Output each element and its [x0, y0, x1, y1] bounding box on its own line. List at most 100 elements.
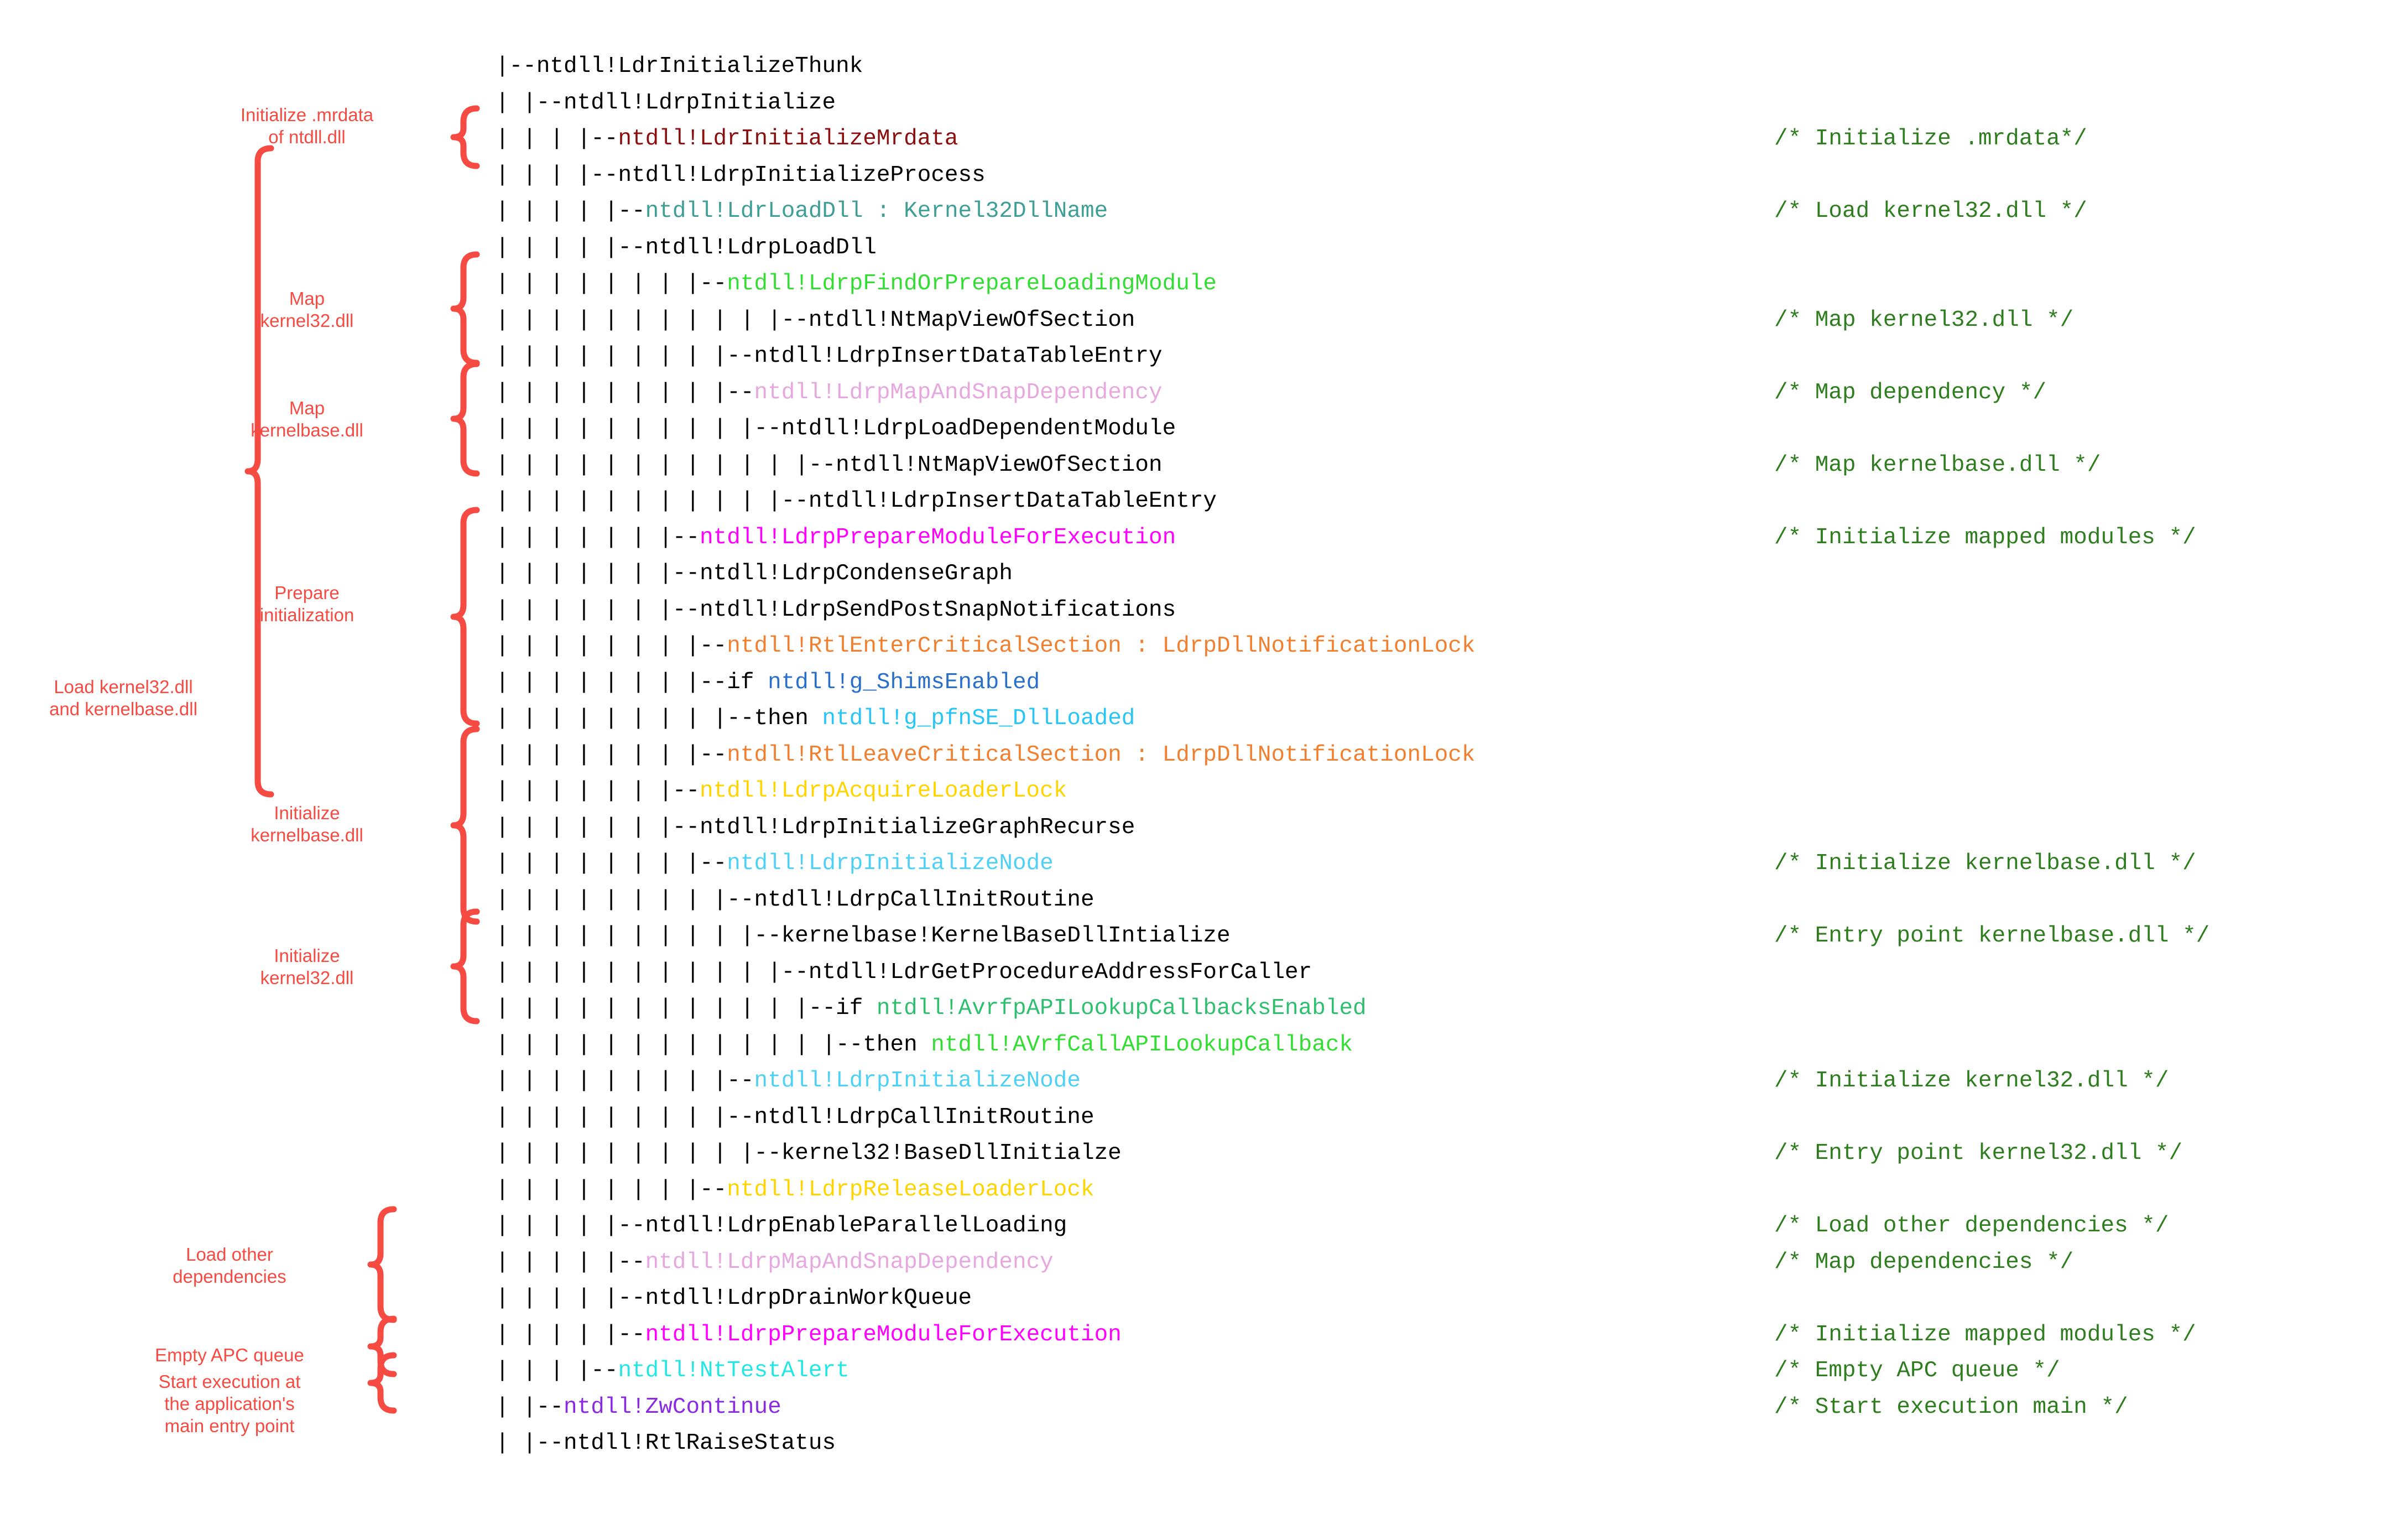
comment-line: /* Entry point kernel32.dll */: [1774, 1141, 2183, 1166]
tree-symbol: ntdll!NtMapViewOfSection: [808, 307, 1135, 333]
comment-line: [1774, 665, 2209, 701]
annotation-init-kernelbase: Initialize kernelbase.dll: [251, 803, 363, 845]
tree-line: | | | | | | | | |--ntdll!LdrpCallInitRou…: [496, 882, 1476, 919]
tree-symbol: ntdll!LdrpFindOrPrepareLoadingModule: [727, 271, 1217, 296]
tree-line: | | | | | | | |--ntdll!RtlEnterCriticalS…: [496, 628, 1476, 665]
tree-indent-guides: | |--: [496, 90, 564, 116]
tree-line: | | | |--ntdll!LdrInitializeMrdata: [496, 121, 1476, 158]
tree-line: | | | | | | | |--ntdll!LdrpInitializeNod…: [496, 846, 1476, 882]
comment-line: [1774, 1281, 2209, 1317]
comment-line: [1774, 1027, 2209, 1064]
tree-symbol: ntdll!LdrpMapAndSnapDependency: [754, 379, 1163, 405]
tree-symbol: ntdll!LdrpCondenseGraph: [700, 561, 1013, 586]
tree-symbol: ntdll!NtTestAlert: [618, 1358, 849, 1383]
brace-map-kernelbase: [450, 361, 480, 477]
comment-column: /* Initialize .mrdata*/ /* Load kernel32.…: [1774, 49, 2209, 1462]
bracket-load-kernel32-kernelbase: [244, 145, 274, 798]
tree-symbol: ntdll!LdrpLoadDependentModule: [781, 416, 1176, 441]
annotation-map-kernelbase: Map kernelbase.dll: [251, 398, 363, 440]
tree-line: | | | | | | | | | |--kernelbase!KernelBa…: [496, 918, 1476, 955]
tree-symbol: ntdll!NtMapViewOfSection: [836, 452, 1163, 478]
comment-line: [1774, 773, 2209, 810]
comment-line: [1774, 628, 2209, 665]
tree-symbol: ntdll!LdrpCallInitRoutine: [754, 887, 1094, 913]
tree-indent-guides: | | | | | | | | | | | |--: [496, 996, 836, 1021]
comment-line: [1774, 1426, 2209, 1462]
tree-symbol: then: [863, 1032, 931, 1058]
tree-symbol: ntdll!LdrpInsertDataTableEntry: [808, 488, 1217, 514]
tree-symbol: ntdll!LdrpEnableParallelLoading: [645, 1213, 1067, 1239]
tree-line: | | | | | | | |--ntdll!LdrpReleaseLoader…: [496, 1172, 1476, 1209]
tree-indent-guides: | | | | | | |--: [496, 778, 700, 804]
tree-indent-guides: | | | | | | | |--: [496, 1177, 727, 1203]
tree-line: | | | | | | | | |--then ntdll!g_pfnSE_Dl…: [496, 701, 1476, 737]
tree-indent-guides: | | | | | | |--: [496, 524, 700, 550]
brace-init-kernelbase: [450, 726, 480, 925]
annotation-start-execution: Start execution at the application's mai…: [158, 1371, 301, 1436]
tree-line: | | | | | | | | | | |--ntdll!LdrGetProce…: [496, 955, 1476, 991]
tree-indent-guides: | | | |--: [496, 126, 618, 152]
tree-symbol: ntdll!RtlLeaveCriticalSection : LdrpDllN…: [727, 742, 1476, 768]
tree-line: | | | | | | |--ntdll!LdrpInitializeGraph…: [496, 810, 1476, 846]
tree-symbol: ntdll!ZwContinue: [564, 1394, 781, 1420]
brace-init-kernel32: [450, 908, 480, 1024]
tree-symbol: ntdll!LdrLoadDll : Kernel32DllName: [645, 199, 1108, 224]
tree-symbol: ntdll!LdrpDrainWorkQueue: [645, 1286, 972, 1311]
comment-line: [1774, 955, 2209, 991]
tree-indent-guides: | | | | |--: [496, 235, 645, 261]
tree-line: | | | |--ntdll!NtTestAlert: [496, 1353, 1476, 1390]
brace-init-mrdata: [450, 105, 480, 169]
tree-indent-guides: | | | | | | |--: [496, 597, 700, 623]
tree-symbol: ntdll!LdrInitializeMrdata: [618, 126, 958, 152]
tree-symbol: if: [836, 996, 877, 1021]
tree-symbol: ntdll!RtlRaiseStatus: [564, 1430, 836, 1456]
tree-indent-guides: | | | | |--: [496, 1249, 645, 1275]
comment-line: /* Load other dependencies */: [1774, 1213, 2169, 1239]
comment-line: /* Initialize .mrdata*/: [1774, 126, 2087, 152]
annotation-map-kernel32: Map kernel32.dll: [260, 288, 354, 331]
tree-indent-guides: | | | | | | | | |--: [496, 1068, 754, 1094]
tree-indent-guides: | | | | | | | |--: [496, 742, 727, 768]
comment-line: /* Entry point kernelbase.dll */: [1774, 923, 2210, 949]
tree-symbol: ntdll!LdrpPrepareModuleForExecution: [645, 1322, 1122, 1348]
tree-indent-guides: | | | | |--: [496, 1213, 645, 1239]
tree-line: | | | | | | | | |--ntdll!LdrpInsertDataT…: [496, 339, 1476, 375]
comment-line: [1774, 882, 2209, 919]
tree-line: | | | | | | | | |--ntdll!LdrpCallInitRou…: [496, 1100, 1476, 1136]
comment-line: /* Map dependency */: [1774, 379, 2047, 405]
comment-line: [1774, 810, 2209, 846]
tree-symbol: ntdll!LdrInitializeThunk: [536, 54, 863, 79]
brace-start-execution: [367, 1352, 397, 1414]
tree-line: | | | | | | | | | | |--ntdll!LdrpInsertD…: [496, 483, 1476, 520]
brace-load-other-deps: [367, 1206, 397, 1323]
call-tree: |--ntdll!LdrInitializeThunk | |-- ntdll!Ld…: [496, 49, 1476, 1462]
tree-indent-guides: | | | | | | | | | |--: [496, 923, 781, 949]
tree-line: | | | |--ntdll!LdrpInitializeProcess: [496, 158, 1476, 194]
tree-line: |--ntdll!LdrInitializeThunk: [496, 49, 1476, 85]
tree-symbol: ntdll!LdrpCallInitRoutine: [754, 1104, 1094, 1130]
comment-line: [1774, 411, 2209, 448]
tree-indent-guides: | | | | | | | | |--: [496, 887, 754, 913]
tree-symbol: ntdll!LdrpReleaseLoaderLock: [727, 1177, 1094, 1203]
annotation-load-other-deps: Load other dependencies: [173, 1244, 286, 1287]
tree-line: | | | | | | | | |--ntdll!LdrpMapAndSnapD…: [496, 375, 1476, 412]
comment-line: [1774, 592, 2209, 629]
tree-line: | | | | | | | | | | |--ntdll!NtMapViewOf…: [496, 303, 1476, 339]
tree-line: | | | | | | |--ntdll!LdrpCondenseGraph: [496, 556, 1476, 592]
tree-line: | | | | | | | | | | | | |--then ntdll!AV…: [496, 1027, 1476, 1064]
tree-indent-guides: | | | | | | | |--: [496, 851, 727, 876]
annotation-init-kernel32: Initialize kernel32.dll: [260, 945, 354, 988]
comment-line: [1774, 1172, 2209, 1209]
annotation-init-mrdata: Initialize .mrdata of ntdll.dll: [240, 105, 374, 147]
tree-line: | | | | |--ntdll!LdrpMapAndSnapDependenc…: [496, 1245, 1476, 1281]
tree-line: | | | | | | | |--ntdll!LdrpFindOrPrepare…: [496, 266, 1476, 303]
annotation-load-kernel32-kernelbase: Load kernel32.dll and kernelbase.dll: [49, 677, 197, 719]
comment-line: [1774, 158, 2209, 194]
comment-line: /* Initialize mapped modules */: [1774, 524, 2196, 550]
comment-line: /* Load kernel32.dll */: [1774, 199, 2087, 224]
tree-indent-guides: | | | |--: [496, 162, 618, 188]
tree-indent-guides: | | | | | | | | | | |--: [496, 959, 809, 985]
tree-symbol: then: [754, 706, 822, 731]
tree-line: | | | | | | | | | |--kernel32!BaseDllIni…: [496, 1136, 1476, 1172]
tree-indent-guides: | | | |--: [496, 1358, 618, 1383]
